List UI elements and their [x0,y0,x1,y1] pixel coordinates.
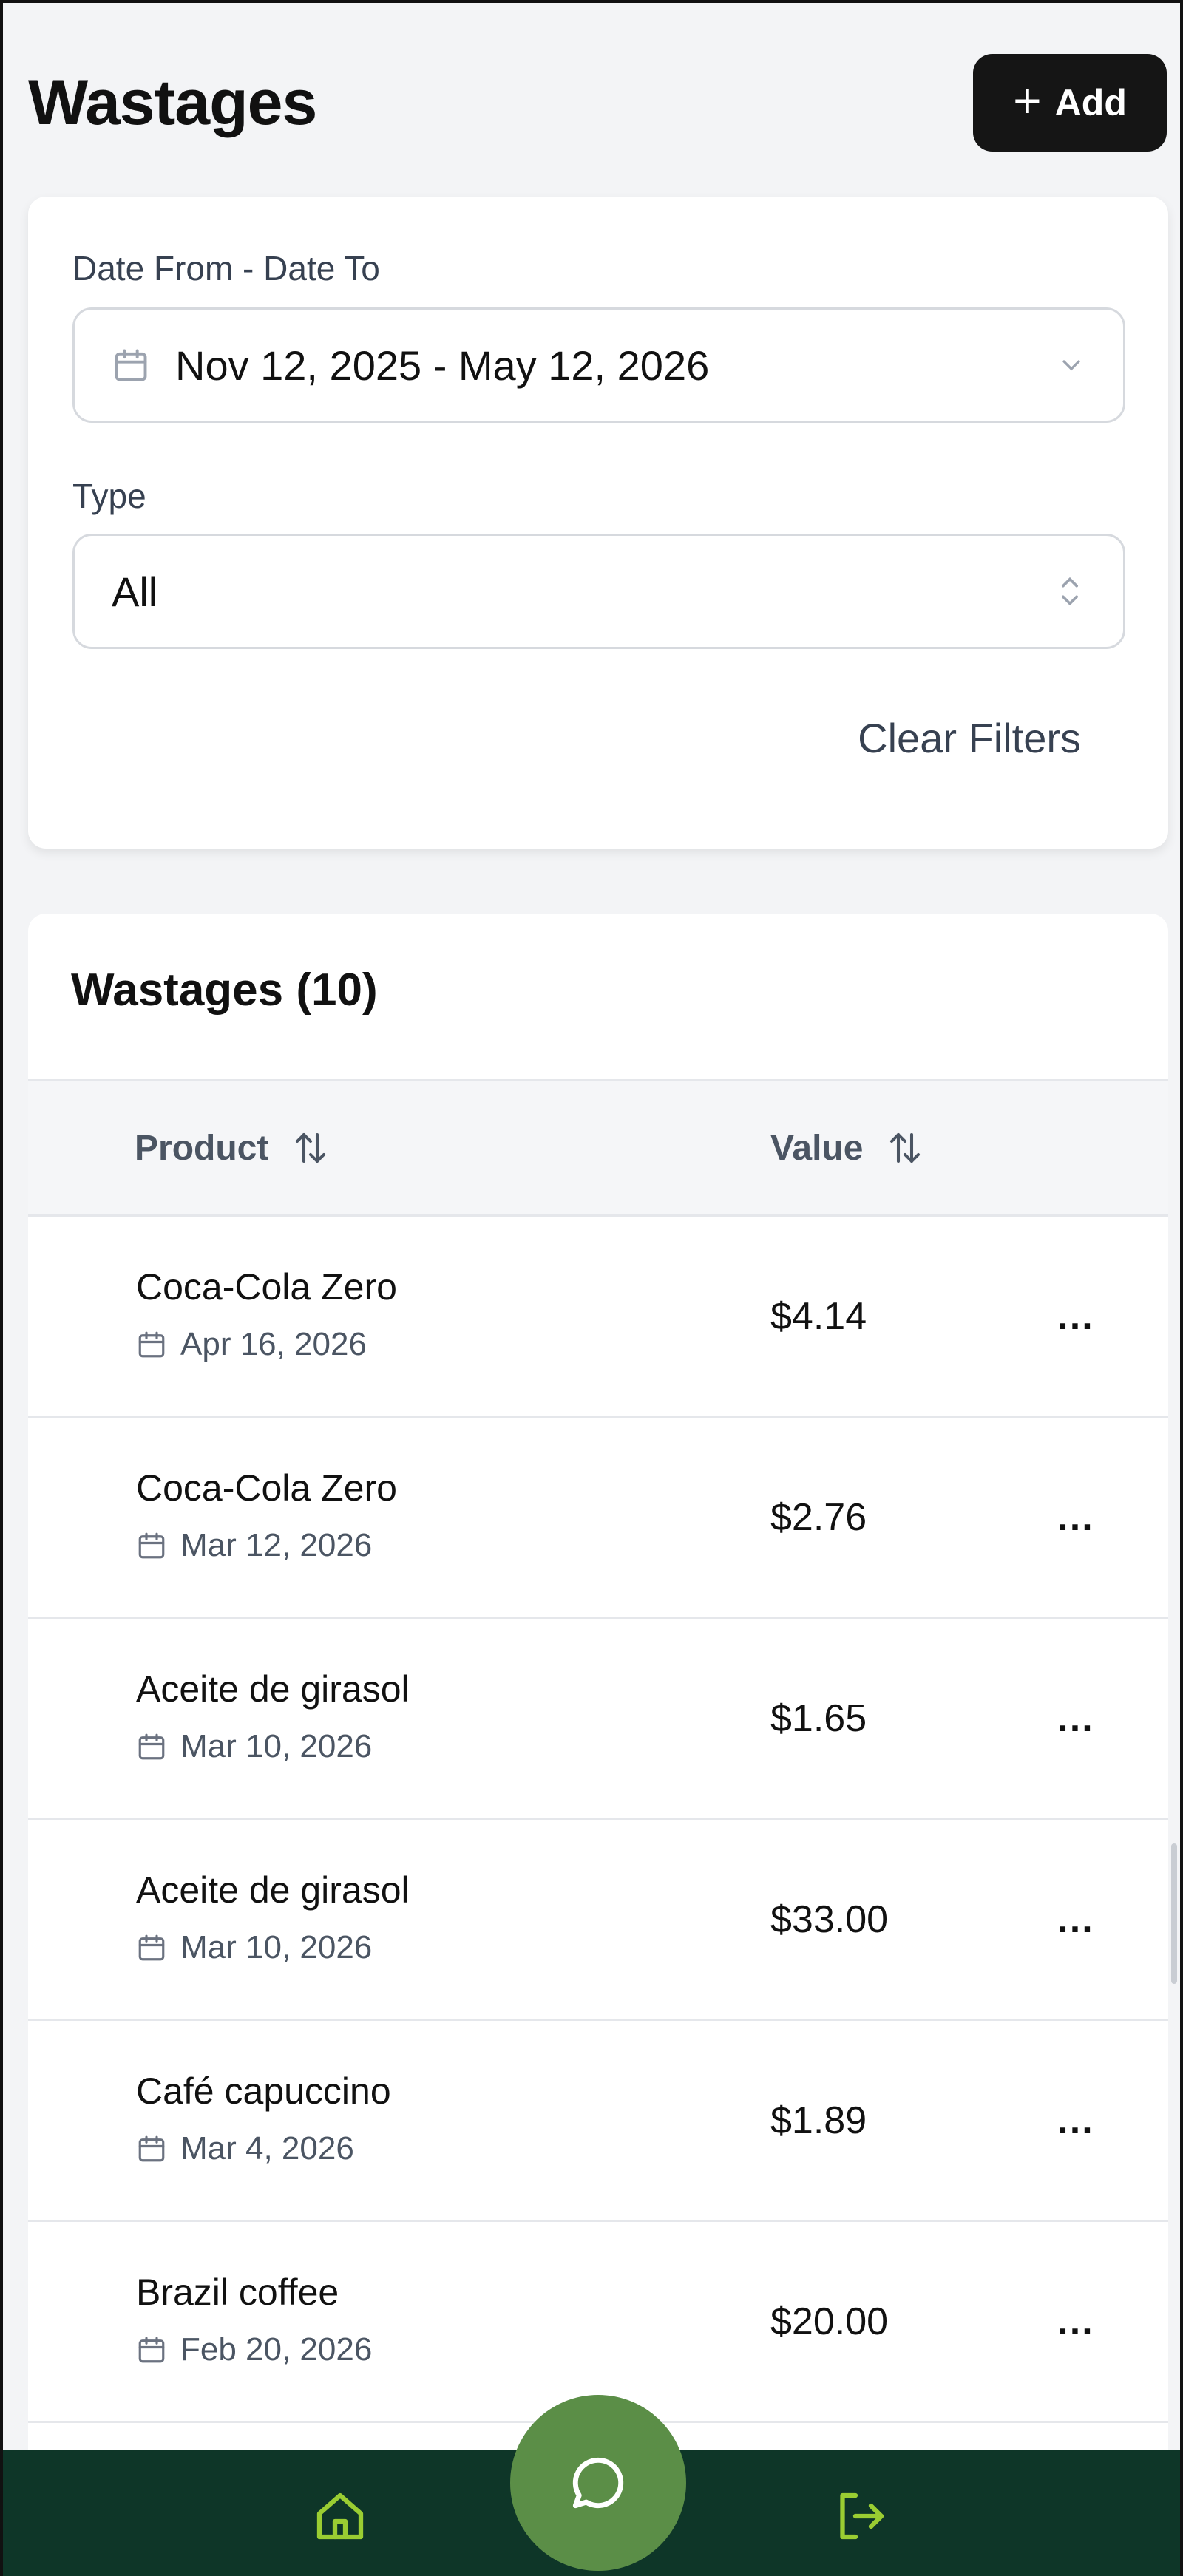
page-header: Wastages + Add [28,54,1167,152]
column-header-label: Value [770,1128,864,1168]
calendar-icon [138,1733,165,1760]
calendar-icon [138,1532,165,1559]
chevron-down-icon [1062,360,1080,371]
more-actions-icon[interactable]: … [1056,1619,1096,1818]
logout-icon[interactable] [830,2485,892,2547]
table-header: Product Value [28,1079,1168,1217]
table-row[interactable]: Aceite de girasol Mar 10, 2026 $1.65 … [28,1619,1168,1820]
row-date-text: Apr 16, 2026 [180,1326,367,1362]
date-range-picker[interactable]: Nov 12, 2025 - May 12, 2026 [72,307,1125,423]
row-product: Brazil coffee [136,2271,339,2313]
type-select-value: All [112,568,158,615]
filters-card: Date From - Date To Nov 12, 2025 - May 1… [28,197,1168,849]
row-product: Aceite de girasol [136,1668,410,1710]
clear-filters-button[interactable]: Clear Filters [858,714,1081,762]
date-range-label: Date From - Date To [72,249,380,288]
row-date: Mar 10, 2026 [136,1728,372,1765]
calendar-icon [138,1331,165,1358]
row-date-text: Mar 10, 2026 [180,1728,373,1764]
sort-icon [890,1132,921,1163]
row-value: $20.00 [770,2300,889,2343]
row-product: Aceite de girasol [136,1869,410,1911]
column-header-label: Product [135,1128,269,1168]
add-button-label: Add [1054,82,1127,123]
more-actions-icon[interactable]: … [1056,1418,1096,1617]
row-product: Coca-Cola Zero [136,1266,397,1308]
row-date-text: Mar 10, 2026 [180,1929,373,1965]
row-date-text: Mar 4, 2026 [180,2130,354,2167]
row-value: $1.65 [770,1696,867,1740]
row-date: Feb 20, 2026 [136,2331,372,2368]
page-title: Wastages [28,67,317,138]
calendar-icon [138,2135,165,2162]
plus-icon: + [1013,73,1042,128]
chat-button[interactable] [510,2395,686,2571]
more-actions-icon[interactable]: … [1056,2222,1096,2421]
calendar-icon [138,1934,165,1961]
table-row[interactable]: Coca-Cola Zero Apr 16, 2026 $4.14 … [28,1217,1168,1418]
table-row[interactable]: Café capuccino Mar 4, 2026 $1.89 … [28,2021,1168,2222]
column-header-value[interactable]: Value [770,1081,925,1214]
row-date-text: Mar 12, 2026 [180,1527,373,1563]
row-date: Mar 4, 2026 [136,2130,354,2167]
sort-icon [296,1132,326,1163]
more-actions-icon[interactable]: … [1056,1820,1096,2019]
row-product: Café capuccino [136,2070,391,2112]
table-row[interactable]: Coca-Cola Zero Mar 12, 2026 $2.76 … [28,1418,1168,1619]
type-select[interactable]: All [72,534,1125,649]
more-actions-icon[interactable]: … [1056,1217,1096,1416]
row-value: $2.76 [770,1495,867,1539]
row-product: Coca-Cola Zero [136,1467,397,1509]
row-value: $4.14 [770,1294,867,1338]
row-date: Mar 10, 2026 [136,1929,372,1966]
row-value: $1.89 [770,2098,867,2142]
date-range-value: Nov 12, 2025 - May 12, 2026 [175,341,710,389]
chevron-up-down-icon [1062,577,1078,606]
row-value: $33.00 [770,1897,889,1941]
add-button[interactable]: + Add [973,54,1167,152]
app-frame: Wastages + Add Date From - Date To Nov 1… [0,0,1183,2576]
row-date: Mar 12, 2026 [136,1527,372,1564]
type-label: Type [72,477,146,515]
scrollbar[interactable] [1171,1843,1177,1984]
column-header-product[interactable]: Product [135,1081,331,1214]
row-date: Apr 16, 2026 [136,1326,367,1363]
table-row[interactable]: Brazil coffee Feb 20, 2026 $20.00 … [28,2222,1168,2423]
calendar-icon [138,2337,165,2363]
more-actions-icon[interactable]: … [1056,2021,1096,2220]
table-title: Wastages (10) [71,965,378,1016]
table-row[interactable]: Aceite de girasol Mar 10, 2026 $33.00 … [28,1820,1168,2021]
home-icon[interactable] [309,2485,371,2547]
row-date-text: Feb 20, 2026 [180,2331,373,2368]
chat-icon [572,2457,624,2509]
calendar-icon [115,349,147,381]
